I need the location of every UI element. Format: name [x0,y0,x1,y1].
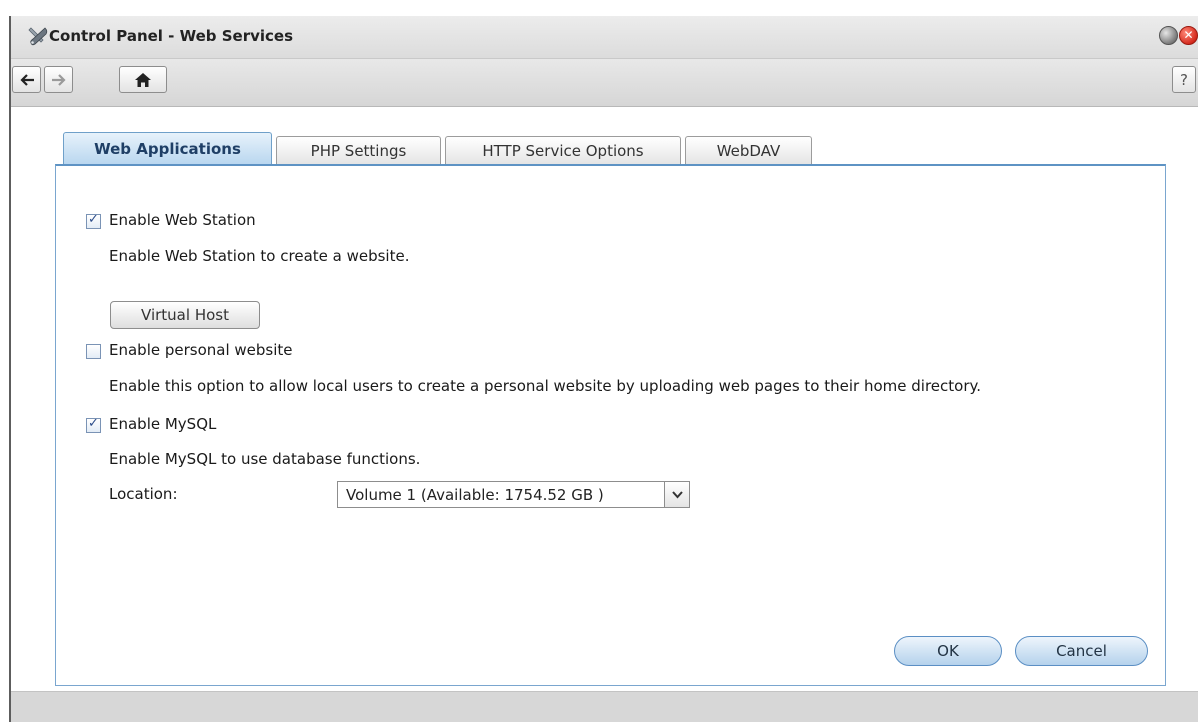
home-icon [135,72,151,87]
ok-button[interactable]: OK [894,636,1002,666]
help-button[interactable]: ? [1172,66,1196,93]
forward-button[interactable] [44,66,73,93]
personal-website-description: Enable this option to allow local users … [109,377,981,395]
minimize-button[interactable] [1159,26,1178,45]
tab-web-applications[interactable]: Web Applications [63,132,272,165]
title-bar: Control Panel - Web Services ✕ [11,16,1198,59]
close-button[interactable]: ✕ [1179,26,1198,45]
personal-website-label: Enable personal website [109,341,293,359]
virtual-host-button[interactable]: Virtual Host [110,301,260,329]
tab-webdav[interactable]: WebDAV [685,136,812,164]
tab-http-service-options[interactable]: HTTP Service Options [445,136,681,164]
checkmark-icon: ✓ [88,416,99,431]
tools-icon [28,27,48,46]
location-label: Location: [109,485,178,503]
chevron-down-icon[interactable] [664,482,689,507]
control-panel-window: Control Panel - Web Services ✕ ? Web App… [9,16,1198,722]
home-button[interactable] [119,66,167,93]
web-applications-panel: ✓ Enable Web Station Enable Web Station … [55,164,1166,686]
tab-php-settings[interactable]: PHP Settings [276,136,441,164]
mysql-label: Enable MySQL [109,415,217,433]
arrow-right-icon [51,73,66,86]
content-area: Web Applications PHP Settings HTTP Servi… [11,108,1198,686]
web-station-label: Enable Web Station [109,211,256,229]
window-title: Control Panel - Web Services [49,27,294,45]
web-station-description: Enable Web Station to create a website. [109,247,410,265]
mysql-description: Enable MySQL to use database functions. [109,450,421,468]
toolbar: ? [11,59,1198,107]
status-bar [11,691,1198,722]
back-button[interactable] [12,66,41,93]
checkmark-icon: ✓ [88,212,99,227]
cancel-button[interactable]: Cancel [1015,636,1148,666]
personal-website-checkbox[interactable] [86,344,101,359]
location-select-value: Volume 1 (Available: 1754.52 GB ) [346,486,604,504]
arrow-left-icon [19,73,34,86]
location-select[interactable]: Volume 1 (Available: 1754.52 GB ) [337,481,690,508]
mysql-checkbox[interactable]: ✓ [86,416,101,433]
web-station-checkbox[interactable]: ✓ [86,212,101,229]
